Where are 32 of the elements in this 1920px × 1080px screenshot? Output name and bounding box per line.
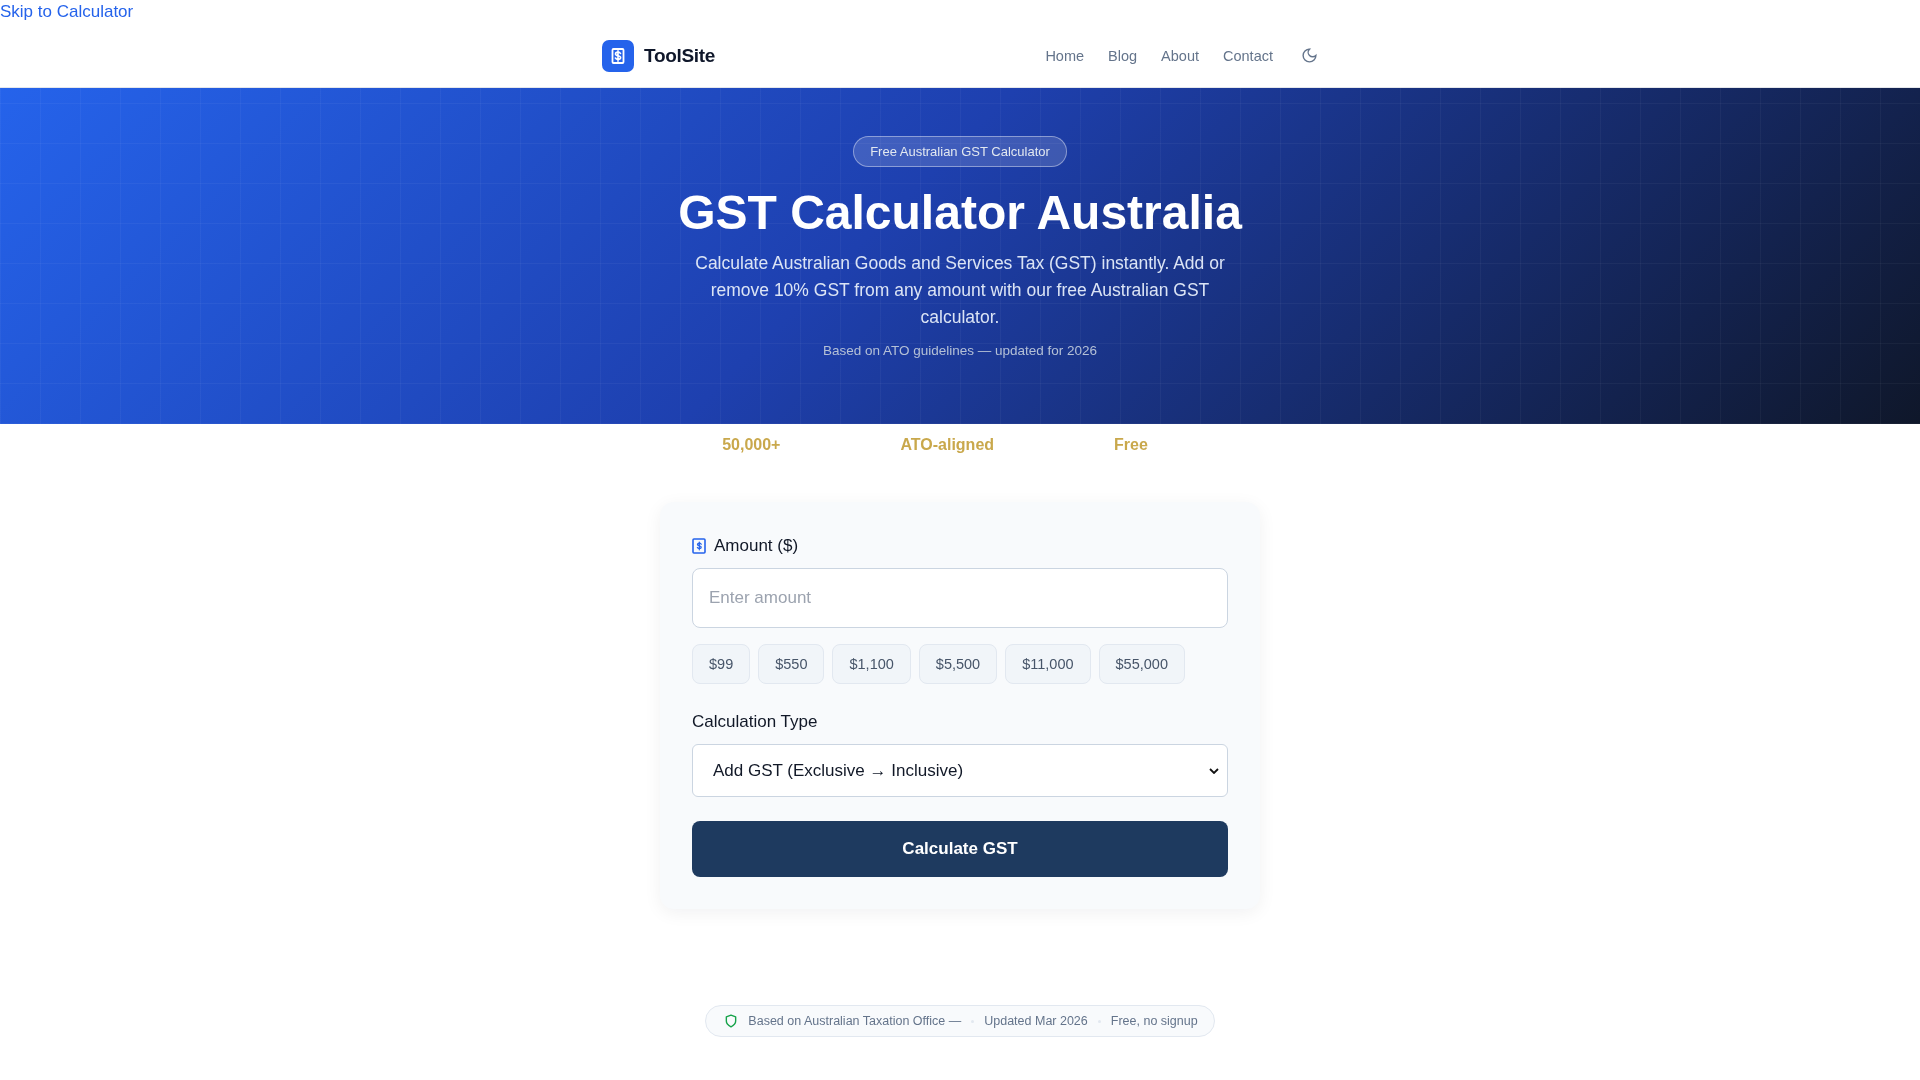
site-name[interactable]: ToolSite	[644, 44, 716, 67]
hero-note: Based on ATO guidelines — updated for 2026	[822, 342, 1098, 358]
stat-value: ATO-aligned	[900, 436, 995, 454]
hero-description: Calculate Australian Goods and Services Tax (GST) instantly. Add or remove 10% GST from any amount with our free Australian GST calculator.	[694, 251, 1226, 329]
trust-text: Free, no signup	[1110, 1014, 1198, 1028]
hero-title: GST Calculator Australia	[678, 187, 1242, 240]
trust-text: Updated Mar 2026	[984, 1014, 1088, 1028]
calculate-button[interactable]: Calculate GST	[692, 821, 1228, 877]
logo-icon[interactable]	[602, 39, 634, 72]
hero-badge: Free Australian GST Calculator	[853, 136, 1067, 167]
preset-amount-button[interactable]: $550	[758, 644, 825, 684]
amount-input[interactable]: Enter amount	[692, 568, 1228, 628]
preset-amount-button[interactable]: $5,500	[918, 644, 998, 684]
stat-value: Free	[1114, 436, 1148, 454]
skip-link[interactable]: Skip to Calculator	[0, 0, 134, 24]
moon-icon[interactable]	[1301, 47, 1318, 64]
chevron-down-icon	[1209, 767, 1219, 774]
trust-text: Based on Australian Taxation Office —	[748, 1014, 962, 1028]
stat-value: 50,000+	[722, 436, 781, 454]
preset-amount-button[interactable]: $55,000	[1098, 644, 1185, 684]
amount-label: Amount ($)	[714, 536, 799, 556]
preset-amount-button[interactable]: $11,000	[1005, 644, 1091, 684]
nav-link[interactable]: Home	[1045, 47, 1085, 64]
receipt-icon	[692, 538, 706, 554]
shield-icon	[724, 1014, 739, 1028]
nav-link[interactable]: Blog	[1108, 47, 1138, 64]
preset-amount-button[interactable]: $99	[692, 644, 751, 684]
nav-link[interactable]: Contact	[1223, 47, 1273, 64]
preset-amount-button[interactable]: $1,100	[832, 644, 911, 684]
calculation-type-select[interactable]: Add GST (Exclusive → Inclusive)	[692, 744, 1228, 797]
nav-link[interactable]: About	[1161, 47, 1199, 64]
calculation-type-label: Calculation Type	[692, 712, 819, 732]
